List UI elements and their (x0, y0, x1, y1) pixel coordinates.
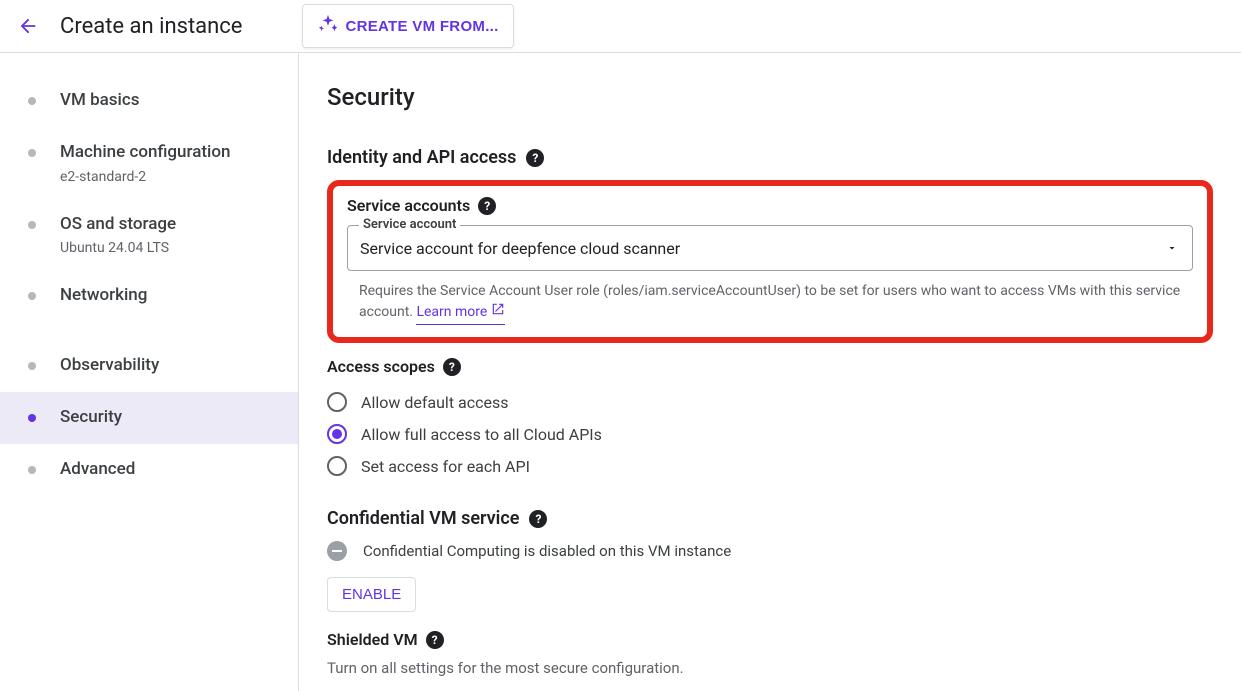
radio-label: Allow full access to all Cloud APIs (361, 425, 602, 444)
sidebar-item-vm-basics[interactable]: VM basics (0, 75, 298, 127)
sidebar-item-label: Networking (60, 284, 147, 308)
select-value: Service account for deepfence cloud scan… (360, 239, 680, 258)
radio-icon (327, 456, 347, 476)
service-account-help-text: Requires the Service Account User role (… (347, 281, 1193, 325)
bullet-icon (28, 414, 36, 422)
sidebar-item-label: Observability (60, 354, 159, 378)
heading-shielded-vm: Shielded VM ? (327, 630, 1213, 649)
help-icon[interactable]: ? (443, 358, 461, 376)
confidential-status-text: Confidential Computing is disabled on th… (363, 542, 731, 560)
sidebar-item-sublabel: Ubuntu 24.04 LTS (60, 240, 176, 256)
section-heading-security: Security (327, 83, 1213, 111)
help-icon[interactable]: ? (426, 631, 444, 649)
shielded-description: Turn on all settings for the most secure… (327, 659, 1213, 677)
top-bar: Create an instance CREATE VM FROM... (0, 0, 1241, 53)
bullet-icon (28, 149, 36, 157)
sidebar-item-networking[interactable]: Networking (0, 270, 298, 322)
sidebar-item-label: Machine configuration (60, 141, 230, 165)
bullet-icon (28, 97, 36, 105)
service-account-select[interactable]: Service account for deepfence cloud scan… (347, 225, 1193, 271)
radio-label: Set access for each API (361, 457, 530, 476)
sidebar-item-label: OS and storage (60, 213, 176, 237)
sidebar-item-observability[interactable]: Observability (0, 340, 298, 392)
sidebar-item-os-storage[interactable]: OS and storage Ubuntu 24.04 LTS (0, 199, 298, 271)
heading-access-scopes: Access scopes ? (327, 357, 1213, 376)
sidebar: VM basics Machine configuration e2-stand… (0, 53, 299, 691)
sidebar-item-label: VM basics (60, 89, 140, 113)
create-vm-from-button[interactable]: CREATE VM FROM... (302, 4, 513, 48)
main-panel: Security Identity and API access ? Servi… (299, 53, 1241, 691)
radio-icon (327, 424, 347, 444)
enable-button[interactable]: ENABLE (327, 577, 416, 612)
radio-icon (327, 392, 347, 412)
link-label: Learn more (416, 302, 487, 323)
sidebar-item-label: Advanced (60, 458, 135, 482)
radio-allow-default-access[interactable]: Allow default access (327, 386, 1213, 418)
service-account-field: Service account Service account for deep… (347, 225, 1193, 271)
sidebar-spacer (0, 322, 298, 340)
help-icon[interactable]: ? (526, 149, 544, 167)
access-scopes-radio-group: Allow default access Allow full access t… (327, 386, 1213, 482)
learn-more-link[interactable]: Learn more (416, 302, 505, 325)
help-icon[interactable]: ? (529, 510, 547, 528)
heading-label: Service accounts (347, 196, 470, 215)
bullet-icon (28, 362, 36, 370)
external-link-icon (491, 302, 505, 323)
sparkle-icon (317, 13, 339, 39)
heading-label: Shielded VM (327, 630, 418, 649)
radio-set-access-each-api[interactable]: Set access for each API (327, 450, 1213, 482)
field-legend: Service account (359, 217, 460, 232)
heading-label: Identity and API access (327, 147, 516, 168)
help-icon[interactable]: ? (478, 197, 496, 215)
sidebar-item-advanced[interactable]: Advanced (0, 444, 298, 496)
disabled-icon (327, 541, 347, 561)
bullet-icon (28, 221, 36, 229)
arrow-left-icon (17, 15, 39, 37)
annotation-highlight-service-accounts: Service accounts ? Service account Servi… (327, 180, 1213, 343)
confidential-status-row: Confidential Computing is disabled on th… (327, 541, 1213, 561)
bullet-icon (28, 466, 36, 474)
sidebar-item-sublabel: e2-standard-2 (60, 169, 230, 185)
heading-service-accounts: Service accounts ? (347, 196, 1193, 215)
heading-label: Access scopes (327, 357, 435, 376)
heading-identity-api-access: Identity and API access ? (327, 147, 1213, 168)
back-button[interactable] (14, 12, 42, 40)
page-title: Create an instance (60, 14, 242, 39)
bullet-icon (28, 292, 36, 300)
enable-label: ENABLE (342, 586, 401, 603)
radio-allow-full-access[interactable]: Allow full access to all Cloud APIs (327, 418, 1213, 450)
radio-label: Allow default access (361, 393, 508, 412)
chevron-down-icon (1166, 242, 1178, 254)
sidebar-item-security[interactable]: Security (0, 392, 298, 444)
create-vm-from-label: CREATE VM FROM... (345, 18, 498, 35)
sidebar-item-label: Security (60, 406, 122, 430)
sidebar-item-machine-configuration[interactable]: Machine configuration e2-standard-2 (0, 127, 298, 199)
heading-label: Confidential VM service (327, 508, 519, 529)
heading-confidential-vm: Confidential VM service ? (327, 508, 1213, 529)
